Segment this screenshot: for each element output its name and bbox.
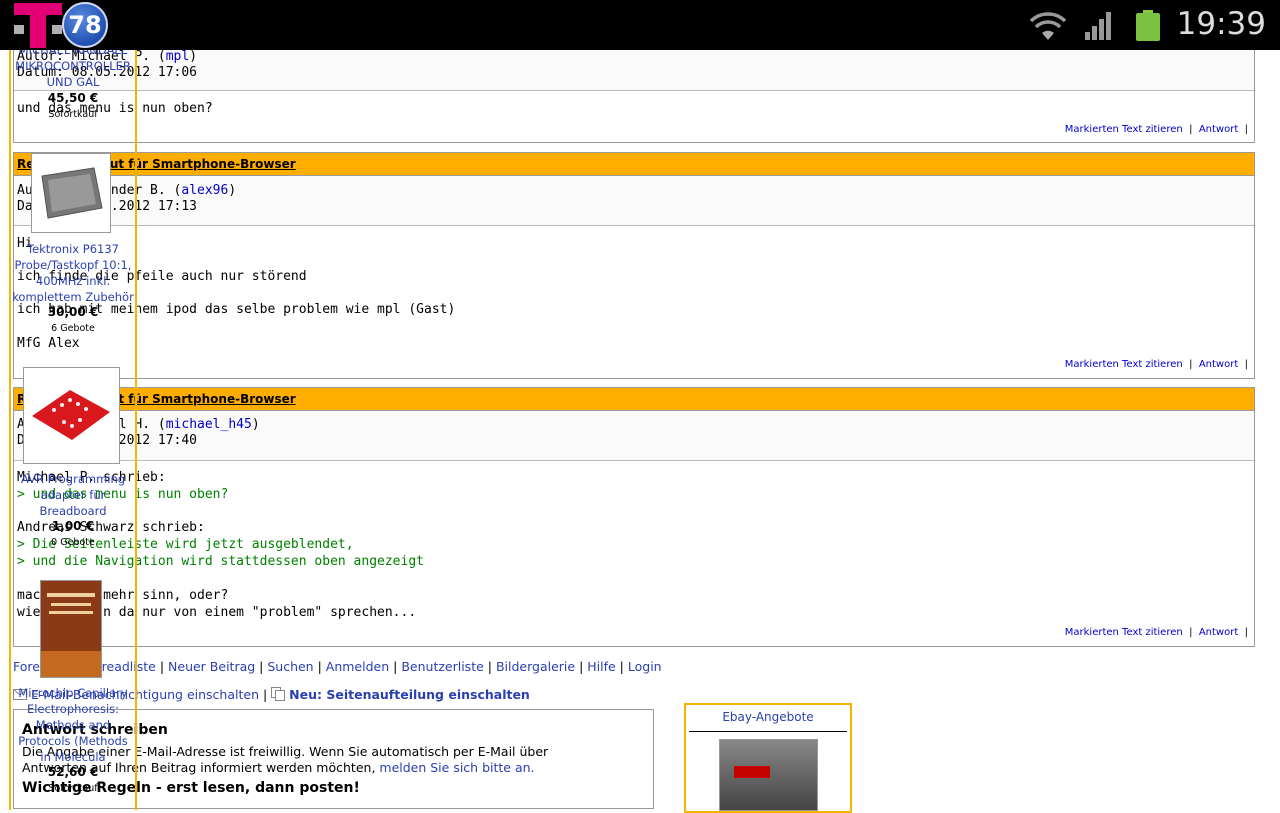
nav-benutzerliste[interactable]: Benutzerliste — [401, 659, 483, 674]
login-link[interactable]: melden Sie sich bitte an. — [379, 760, 534, 775]
ad-price: 30,00 € — [47, 305, 99, 319]
ad-title[interactable]: Tektronix P6137 Probe/Tastkopf 10:1, 400MH… — [11, 241, 135, 305]
post-actions: Markierten Text zitieren | Antwort | — [1064, 627, 1248, 638]
ad-note: 6 Gebote — [51, 323, 95, 334]
post-actions: Markierten Text zitieren | Antwort | — [1064, 124, 1248, 135]
post-header: Re: Forenlayout für Smartphone-Browser — [14, 388, 1254, 411]
ad-price: 1,00 € — [51, 519, 95, 533]
status-bar: 78 19:39 — [0, 0, 1280, 50]
ad-price: 45,50 € — [47, 91, 99, 105]
quote-link[interactable]: Markierten Text zitieren — [1065, 359, 1183, 370]
reply-link[interactable]: Antwort — [1199, 124, 1238, 135]
author-link[interactable]: michael_h45 — [166, 417, 252, 432]
post-actions: Markierten Text zitieren | Antwort | — [1064, 359, 1248, 370]
author-link[interactable]: mpl — [166, 49, 189, 64]
nav-suchen[interactable]: Suchen — [267, 659, 313, 674]
quote-link[interactable]: Markierten Text zitieren — [1065, 124, 1183, 135]
ad-image[interactable] — [40, 580, 102, 678]
clock: 19:39 — [1176, 6, 1266, 42]
wifi-icon — [1029, 12, 1067, 40]
ad-image[interactable] — [31, 153, 111, 233]
ad-title[interactable]: AVR Programming adapter für Breadboard — [11, 471, 135, 519]
ebay-sidebar: MICHAEL RANDALL MIKROCONTROLLER UND GAL 45… — [9, 40, 137, 810]
ad-image[interactable] — [23, 367, 120, 464]
forum-post: Re: Forenlayout für Smartphone-Browser A… — [13, 387, 1255, 647]
nav-login[interactable]: Login — [628, 659, 662, 674]
ad-title[interactable]: Microchip Capillary Electrophoresis: Metho… — [11, 685, 135, 765]
battery-icon — [1136, 10, 1160, 41]
ad-note: 0 Gebote — [51, 537, 95, 548]
split-view-link[interactable]: Neu: Seitenaufteilung einschalten — [289, 687, 530, 702]
ad-note: Sofortkauf — [48, 783, 98, 794]
nav-bildergalerie[interactable]: Bildergalerie — [496, 659, 575, 674]
ebay-title[interactable]: Ebay-Angebote — [686, 710, 850, 724]
ad-price: 52,60 € — [47, 765, 99, 779]
pages-icon — [271, 687, 286, 701]
author-link[interactable]: alex96 — [181, 183, 228, 198]
post-header: Re: Forenlayout für Smartphone-Browser — [14, 153, 1254, 176]
nav-hilfe[interactable]: Hilfe — [587, 659, 615, 674]
ebay-box: Ebay-Angebote — [684, 703, 852, 813]
ad-note: Sofortkauf — [48, 109, 98, 120]
signal-icon — [1085, 12, 1111, 40]
reply-link[interactable]: Antwort — [1199, 627, 1238, 638]
notification-badge[interactable]: 78 — [62, 2, 108, 48]
forum-post: Re: Forenlayout für Smartphone-Browser A… — [13, 152, 1255, 379]
ebay-item-image[interactable] — [719, 739, 818, 811]
quote-link[interactable]: Markierten Text zitieren — [1065, 627, 1183, 638]
nav-anmelden[interactable]: Anmelden — [326, 659, 389, 674]
reply-link[interactable]: Antwort — [1199, 359, 1238, 370]
t-mobile-logo-icon — [14, 3, 62, 48]
nav-neuer-beitrag[interactable]: Neuer Beitrag — [168, 659, 255, 674]
